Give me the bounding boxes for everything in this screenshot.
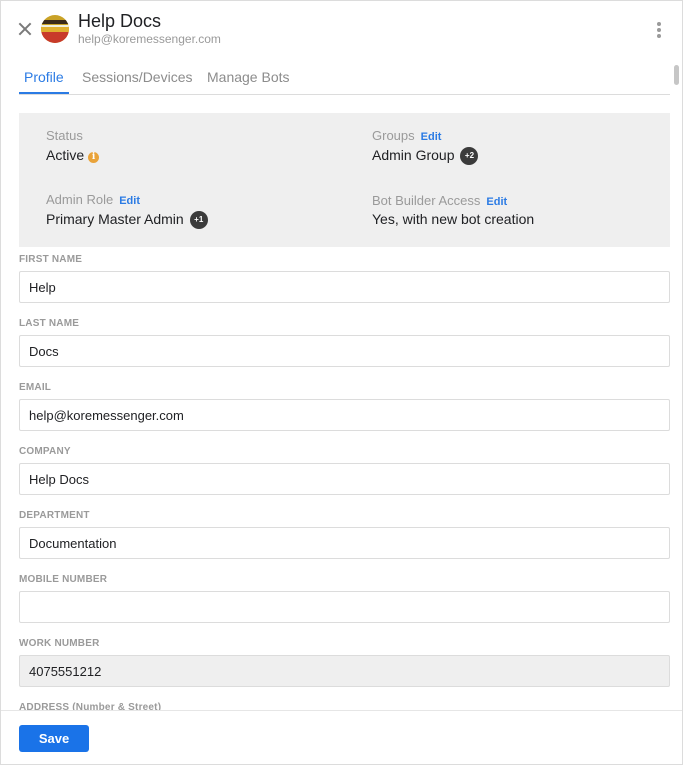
close-icon[interactable] (17, 21, 33, 37)
user-email: help@koremessenger.com (78, 32, 221, 46)
tab-bar: Profile Sessions/Devices Manage Bots (19, 67, 670, 95)
groups-label: Groups (372, 128, 415, 143)
account-summary: Status Active i Groups Edit Admin Group +2 … (19, 113, 670, 247)
department-label: DEPARTMENT (19, 510, 90, 521)
scrollbar[interactable] (674, 65, 679, 85)
email-label: EMAIL (19, 382, 52, 393)
user-profile-panel: Help Docs help@koremessenger.com Profile… (0, 0, 683, 765)
status-value: Active (46, 147, 85, 163)
mobile-number-label: MOBILE NUMBER (19, 574, 108, 585)
groups-label-row: Groups Edit (372, 128, 441, 143)
tab-manage-bots[interactable]: Manage Bots (207, 67, 290, 94)
tab-sessions-devices[interactable]: Sessions/Devices (82, 67, 193, 94)
groups-edit-link[interactable]: Edit (421, 131, 442, 143)
tab-profile[interactable]: Profile (19, 67, 69, 94)
admin-role-value-row: Primary Master Admin +1 (46, 211, 208, 230)
bot-builder-value: Yes, with new bot creation (372, 211, 535, 227)
info-icon[interactable]: i (88, 152, 100, 163)
first-name-field[interactable] (19, 271, 670, 303)
avatar (41, 15, 69, 43)
save-button[interactable]: Save (19, 725, 89, 752)
user-name: Help Docs (78, 11, 162, 31)
admin-role-label: Admin Role (46, 192, 114, 207)
status-label: Status (46, 128, 83, 143)
groups-value-row: Admin Group +2 (372, 147, 479, 166)
mobile-number-field[interactable] (19, 591, 670, 623)
work-number-field (19, 655, 670, 687)
bot-builder-label: Bot Builder Access (372, 193, 481, 208)
groups-value: Admin Group (372, 147, 455, 163)
work-number-label: WORK NUMBER (19, 638, 100, 649)
last-name-label: LAST NAME (19, 318, 80, 329)
more-options-icon[interactable] (655, 22, 663, 38)
admin-role-edit-link[interactable]: Edit (119, 195, 140, 207)
first-name-label: FIRST NAME (19, 254, 83, 265)
bot-builder-edit-link[interactable]: Edit (486, 196, 507, 208)
admin-role-value: Primary Master Admin (46, 211, 184, 227)
company-label: COMPANY (19, 446, 71, 457)
bot-builder-label-row: Bot Builder Access Edit (372, 193, 507, 208)
email-field[interactable] (19, 399, 670, 431)
admin-role-label-row: Admin Role Edit (46, 192, 140, 207)
footer-bar: Save (1, 710, 682, 764)
department-field[interactable] (19, 527, 670, 559)
groups-more-badge[interactable]: +2 (460, 147, 479, 166)
last-name-field[interactable] (19, 335, 670, 367)
company-field[interactable] (19, 463, 670, 495)
admin-role-more-badge[interactable]: +1 (189, 211, 208, 230)
status-value-row: Active i (46, 147, 100, 163)
